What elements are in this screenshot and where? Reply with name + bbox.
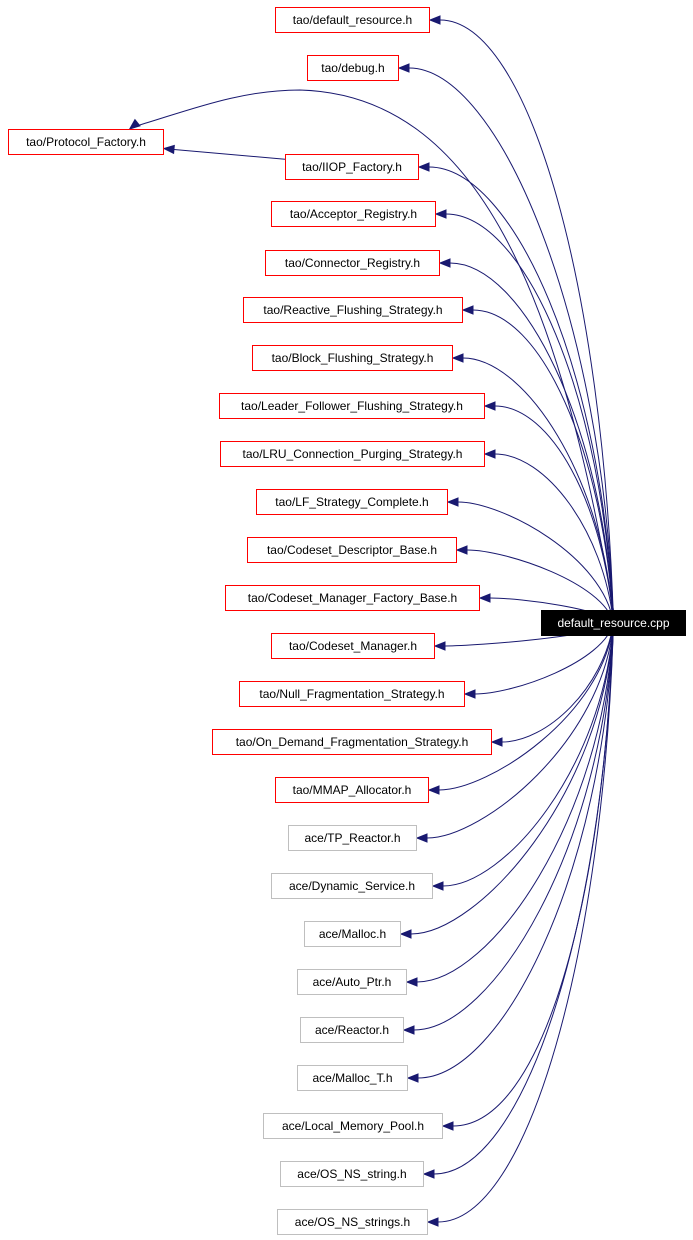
arrowhead xyxy=(451,353,464,363)
node-tao-mmap-allocator-h[interactable]: tao/MMAP_Allocator.h xyxy=(275,777,429,803)
arrowhead xyxy=(455,545,468,555)
node-ace-reactor-h: ace/Reactor.h xyxy=(300,1017,404,1043)
arrowhead xyxy=(406,1073,419,1083)
node-tao-connector-registry-h[interactable]: tao/Connector_Registry.h xyxy=(265,250,440,276)
arrowhead xyxy=(427,785,440,795)
node-ace-local-memory-pool-h: ace/Local_Memory_Pool.h xyxy=(263,1113,443,1139)
node-ace-malloc-t-h: ace/Malloc_T.h xyxy=(297,1065,408,1091)
node-tao-leader-follower-flushing-strategy-h[interactable]: tao/Leader_Follower_Flushing_Strategy.h xyxy=(219,393,485,419)
node-tao-codeset-manager-h[interactable]: tao/Codeset_Manager.h xyxy=(271,633,435,659)
arrowhead xyxy=(426,1217,439,1227)
node-tao-reactive-flushing-strategy-h[interactable]: tao/Reactive_Flushing_Strategy.h xyxy=(243,297,463,323)
arrowhead xyxy=(162,144,175,155)
node-tao-default-resource-h[interactable]: tao/default_resource.h xyxy=(275,7,430,33)
edge-root-n18 xyxy=(431,622,614,891)
node-tao-codeset-descriptor-base-h[interactable]: tao/Codeset_Descriptor_Base.h xyxy=(247,537,457,563)
arrowhead xyxy=(434,209,447,219)
arrowhead xyxy=(463,689,476,699)
node-default-resource-cpp: default_resource.cpp xyxy=(541,610,686,636)
arrowhead xyxy=(405,977,418,987)
edge-root-n8 xyxy=(483,401,614,624)
arrowhead xyxy=(399,929,412,939)
node-tao-null-fragmentation-strategy-h[interactable]: tao/Null_Fragmentation_Strategy.h xyxy=(239,681,465,707)
arrowhead xyxy=(446,497,459,507)
node-ace-os-ns-strings-h: ace/OS_NS_strings.h xyxy=(277,1209,428,1235)
arrowhead xyxy=(433,641,446,651)
node-ace-dynamic-service-h: ace/Dynamic_Service.h xyxy=(271,873,433,899)
arrowhead xyxy=(483,401,496,411)
arrowhead xyxy=(461,305,474,315)
node-ace-malloc-h: ace/Malloc.h xyxy=(304,921,401,947)
arrowhead xyxy=(402,1025,415,1035)
edge-root-n15 xyxy=(490,622,614,747)
arrowhead xyxy=(478,593,491,603)
arrowhead xyxy=(415,833,428,843)
node-tao-codeset-manager-factory-base-h[interactable]: tao/Codeset_Manager_Factory_Base.h xyxy=(225,585,480,611)
edge-root-n16 xyxy=(427,622,614,795)
node-tao-protocol-factory-h[interactable]: tao/Protocol_Factory.h xyxy=(8,129,164,155)
node-ace-auto-ptr-h: ace/Auto_Ptr.h xyxy=(297,969,407,995)
edge-root-n25 xyxy=(426,622,614,1227)
arrowhead xyxy=(417,162,430,172)
node-tao-lf-strategy-complete-h[interactable]: tao/LF_Strategy_Complete.h xyxy=(256,489,448,515)
arrowhead xyxy=(483,449,496,459)
node-tao-acceptor-registry-h[interactable]: tao/Acceptor_Registry.h xyxy=(271,201,436,227)
node-tao-block-flushing-strategy-h[interactable]: tao/Block_Flushing_Strategy.h xyxy=(252,345,453,371)
node-ace-tp-reactor-h: ace/TP_Reactor.h xyxy=(288,825,417,851)
arrowhead xyxy=(428,15,441,25)
node-tao-lru-connection-purging-strategy-h[interactable]: tao/LRU_Connection_Purging_Strategy.h xyxy=(220,441,485,467)
arrowhead xyxy=(422,1169,435,1179)
edge-n3-n2 xyxy=(162,144,286,160)
node-tao-iiop-factory-h[interactable]: tao/IIOP_Factory.h xyxy=(285,154,419,180)
arrowhead xyxy=(128,118,141,130)
arrowhead xyxy=(397,63,410,73)
arrowhead xyxy=(438,258,451,268)
node-tao-debug-h[interactable]: tao/debug.h xyxy=(307,55,399,81)
arrowhead xyxy=(490,737,503,747)
node-ace-os-ns-string-h: ace/OS_NS_string.h xyxy=(280,1161,424,1187)
node-tao-on-demand-fragmentation-strategy-h[interactable]: tao/On_Demand_Fragmentation_Strategy.h xyxy=(212,729,492,755)
edge-root-n23 xyxy=(441,622,614,1131)
arrowhead xyxy=(441,1121,454,1131)
arrowhead xyxy=(431,881,444,891)
